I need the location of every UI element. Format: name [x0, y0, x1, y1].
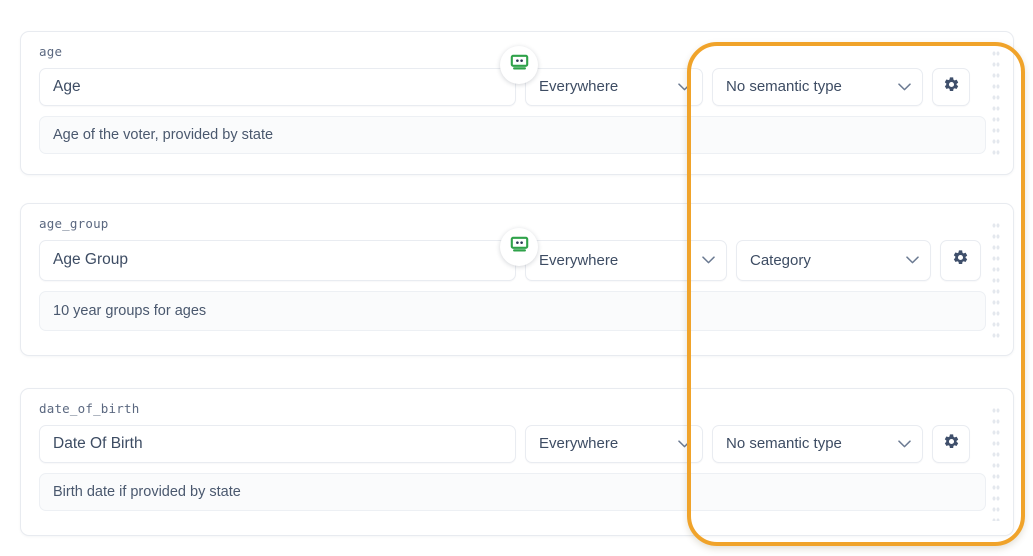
field-settings-button[interactable] [932, 424, 970, 463]
drag-handle-icon[interactable] [990, 46, 1003, 160]
gear-icon [943, 433, 960, 455]
field-settings-button[interactable] [940, 239, 981, 281]
semantic-type-select[interactable]: No semantic type [712, 424, 923, 463]
visibility-select-value: Everywhere [539, 435, 619, 452]
chevron-down-icon [678, 82, 691, 91]
display-name-value: Age Group [53, 251, 128, 268]
field-controls-row: Date Of Birth Everywhere No semantic typ… [39, 424, 995, 463]
ai-suggestion-badge-age-group[interactable] [500, 228, 538, 266]
semantic-type-select-value: Category [750, 251, 811, 269]
drag-handle-icon[interactable] [990, 218, 1003, 341]
visibility-select[interactable]: Everywhere [525, 424, 703, 463]
gear-icon [943, 76, 960, 98]
display-name-input[interactable]: Age Group [39, 239, 516, 281]
field-card-body: date_of_birth Date Of Birth Everywhere N… [21, 389, 1013, 527]
visibility-select[interactable]: Everywhere [525, 239, 727, 281]
description-value: Age of the voter, provided by state [53, 126, 274, 143]
field-card-date-of-birth: date_of_birth Date Of Birth Everywhere N… [20, 388, 1014, 536]
visibility-select-value: Everywhere [539, 78, 619, 95]
robot-head-icon [509, 52, 530, 78]
semantic-type-select-value: No semantic type [726, 78, 842, 95]
robot-head-icon [509, 234, 530, 260]
chevron-down-icon [898, 82, 911, 91]
field-settings-button[interactable] [932, 67, 970, 106]
chevron-down-icon [898, 439, 911, 448]
column-key-label: date_of_birth [39, 401, 140, 416]
semantic-type-select[interactable]: Category [736, 239, 931, 281]
chevron-down-icon [906, 256, 919, 264]
field-card-age-group: age_group Age Group Everywhere Category [20, 203, 1014, 356]
display-name-value: Age [53, 77, 81, 95]
display-name-input[interactable]: Date Of Birth [39, 424, 516, 463]
drag-handle-icon[interactable] [990, 403, 1003, 521]
description-value: 10 year groups for ages [53, 302, 207, 319]
field-card-body: age_group Age Group Everywhere Category [21, 204, 1013, 347]
display-name-value: Date Of Birth [53, 434, 143, 452]
ai-suggestion-badge-age[interactable] [500, 46, 538, 84]
chevron-down-icon [702, 256, 715, 264]
semantic-type-select[interactable]: No semantic type [712, 67, 923, 106]
description-input[interactable]: Age of the voter, provided by state [39, 115, 986, 154]
gear-icon [952, 249, 969, 271]
visibility-select[interactable]: Everywhere [525, 67, 703, 106]
field-settings-page: age Age Everywhere No semantic type Age … [0, 0, 1033, 556]
chevron-down-icon [678, 439, 691, 448]
description-input[interactable]: 10 year groups for ages [39, 290, 986, 331]
semantic-type-select-value: No semantic type [726, 435, 842, 452]
description-input[interactable]: Birth date if provided by state [39, 472, 986, 511]
display-name-input[interactable]: Age [39, 67, 516, 106]
visibility-select-value: Everywhere [539, 251, 619, 269]
description-value: Birth date if provided by state [53, 483, 241, 500]
